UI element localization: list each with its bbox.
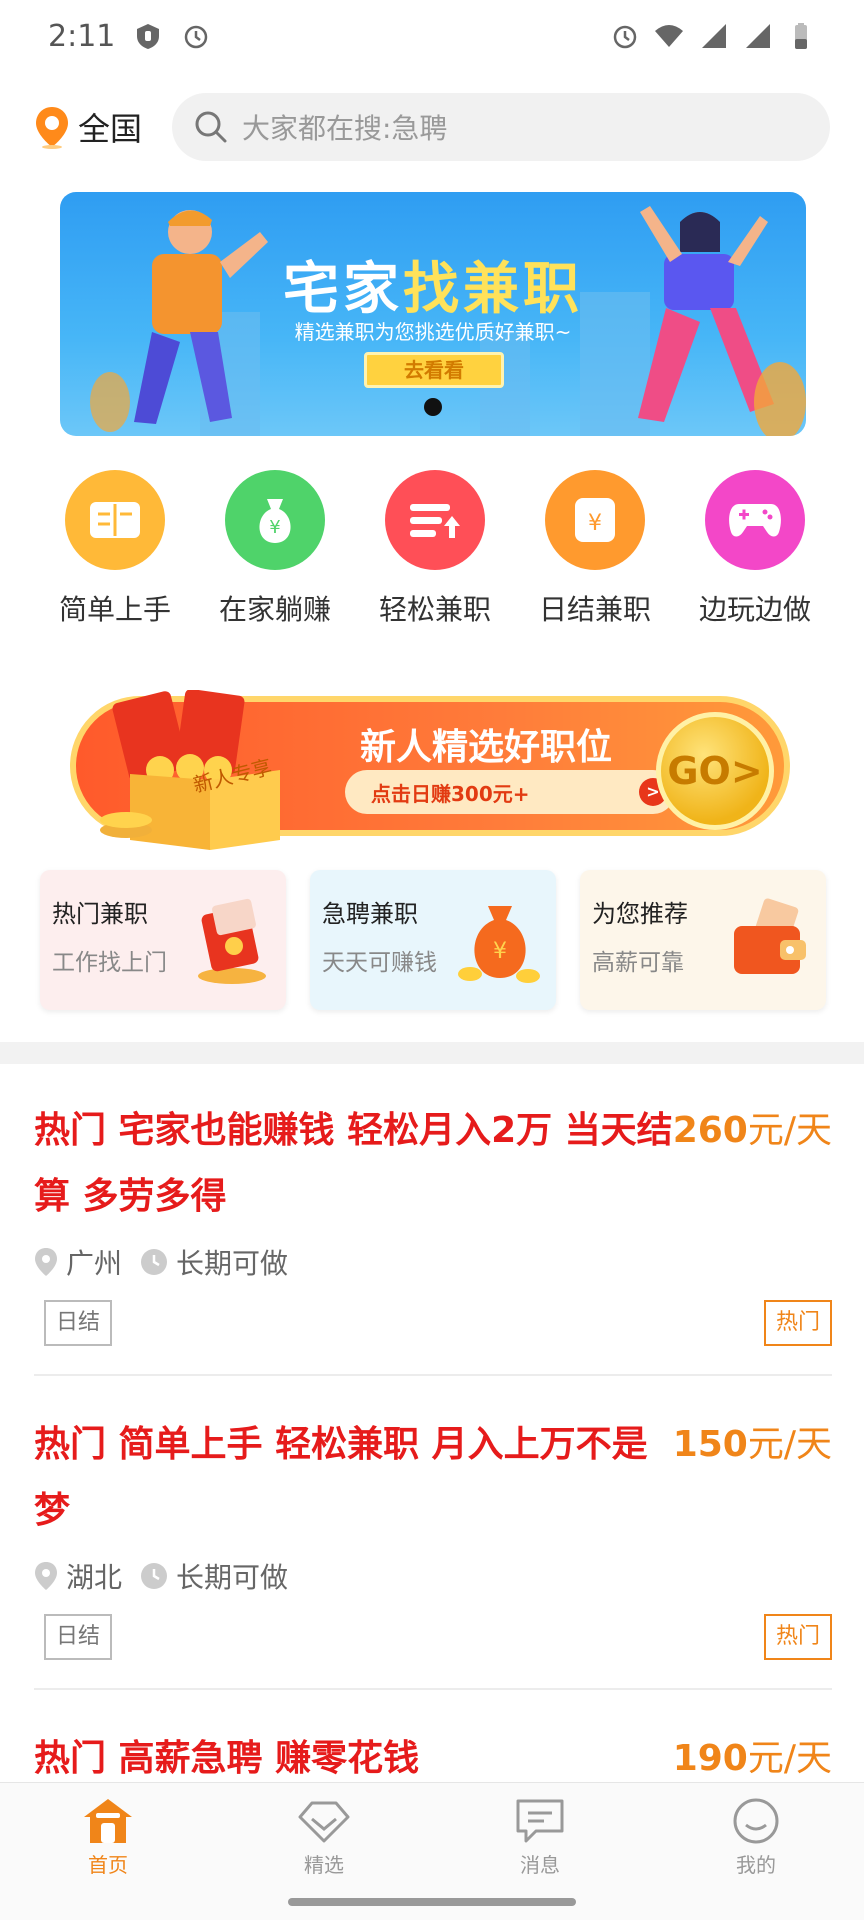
job-meta: 湖北 长期可做 bbox=[34, 1556, 832, 1596]
promo-earn-button[interactable]: 点击日赚300元+ > bbox=[345, 770, 675, 814]
wifi-icon bbox=[655, 25, 683, 47]
location-pin-icon bbox=[35, 1248, 57, 1276]
newcomer-promo[interactable]: 新人专享 新人精选好职位 点击日赚300元+ > GO> bbox=[60, 660, 800, 850]
category-item-daily[interactable]: ¥ 日结兼职 bbox=[530, 470, 660, 628]
promo-button-label: 点击日赚300元+ bbox=[371, 781, 530, 806]
svg-text:¥: ¥ bbox=[493, 939, 507, 964]
job-duration: 长期可做 bbox=[176, 1561, 289, 1594]
clock-icon bbox=[141, 1563, 168, 1589]
category-row: 简单上手 ¥ 在家躺赚 轻松兼职 ¥ 日结兼职 边玩边做 bbox=[50, 470, 820, 628]
book-icon bbox=[65, 470, 165, 570]
category-label: 简单上手 bbox=[58, 593, 171, 626]
feature-card-hot[interactable]: 热门兼职 工作找上门 bbox=[40, 870, 286, 1010]
category-label: 在家躺赚 bbox=[218, 593, 331, 626]
job-location: 广州 bbox=[66, 1247, 123, 1280]
job-title: 热门 简单上手 轻松兼职 月入上万不是梦 bbox=[34, 1424, 648, 1531]
alarm-icon bbox=[613, 25, 637, 49]
search-placeholder: 大家都在搜:急聘 bbox=[242, 112, 448, 145]
money-bag-icon: ¥ bbox=[225, 470, 325, 570]
location-pin-icon bbox=[36, 107, 68, 149]
search-icon bbox=[195, 111, 227, 143]
category-item-home[interactable]: ¥ 在家躺赚 bbox=[210, 470, 340, 628]
list-separator bbox=[34, 1374, 832, 1376]
tag-daily: 日结 bbox=[44, 1614, 113, 1660]
battery-icon bbox=[795, 23, 807, 49]
diamond-icon bbox=[298, 1801, 350, 1843]
home-icon bbox=[84, 1799, 132, 1843]
job-duration: 长期可做 bbox=[176, 1247, 289, 1280]
job-salary: 150元/天 bbox=[672, 1424, 832, 1465]
job-item[interactable]: 热门 简单上手 轻松兼职 月入上万不是梦 150元/天 湖北 长期可做 日结 热… bbox=[34, 1412, 832, 1660]
feature-card-recommend[interactable]: 为您推荐 高薪可靠 bbox=[580, 870, 826, 1010]
status-time: 2:11 bbox=[48, 18, 116, 54]
feature-cards: 热门兼职 工作找上门 急聘兼职 天天可赚钱 ¥ 为您推荐 高薪可靠 bbox=[40, 870, 826, 1010]
search-input[interactable]: 大家都在搜:急聘 bbox=[172, 93, 830, 161]
category-item-simple[interactable]: 简单上手 bbox=[50, 470, 180, 628]
money-pouch-icon: ¥ bbox=[458, 906, 540, 983]
nav-label: 首页 bbox=[88, 1853, 128, 1877]
svg-text:¥: ¥ bbox=[269, 517, 280, 538]
status-bar: 2:11 bbox=[0, 0, 864, 72]
svg-text:¥: ¥ bbox=[588, 511, 602, 536]
job-location: 湖北 bbox=[66, 1561, 123, 1594]
signal-icon bbox=[702, 24, 726, 48]
tag-daily: 日结 bbox=[44, 1300, 113, 1346]
home-indicator[interactable] bbox=[288, 1898, 576, 1906]
tag-hot: 热门 bbox=[763, 1614, 832, 1660]
gamepad-icon bbox=[705, 470, 805, 570]
job-meta: 广州 长期可做 bbox=[34, 1242, 832, 1282]
feature-card-urgent[interactable]: 急聘兼职 天天可赚钱 ¥ bbox=[310, 870, 556, 1010]
nav-label: 消息 bbox=[520, 1853, 560, 1877]
yen-card-icon: ¥ bbox=[545, 470, 645, 570]
job-tags: 日结 热门 bbox=[34, 1614, 832, 1660]
message-icon bbox=[516, 1799, 564, 1843]
nav-home[interactable]: 首页 bbox=[0, 1783, 216, 1920]
list-separator bbox=[34, 1688, 832, 1690]
category-label: 边玩边做 bbox=[698, 593, 811, 626]
location-pin-icon bbox=[35, 1562, 57, 1590]
smile-icon bbox=[733, 1798, 779, 1844]
carousel-indicator bbox=[424, 398, 442, 416]
shield-icon bbox=[137, 24, 160, 49]
job-title: 热门 宅家也能赚钱 轻松月入2万 当天结算 多劳多得 bbox=[34, 1110, 673, 1217]
job-salary: 260元/天 bbox=[672, 1110, 832, 1151]
red-envelope-icon bbox=[198, 898, 266, 984]
location-label: 全国 bbox=[78, 110, 143, 148]
category-item-easy[interactable]: 轻松兼职 bbox=[370, 470, 500, 628]
wallet-icon bbox=[734, 898, 806, 974]
job-item[interactable]: 热门 宅家也能赚钱 轻松月入2万 当天结算 多劳多得 260元/天 广州 长期可… bbox=[34, 1098, 832, 1346]
list-up-icon bbox=[385, 470, 485, 570]
banner-button[interactable]: 去看看 bbox=[364, 352, 504, 388]
nav-label: 我的 bbox=[736, 1853, 776, 1877]
banner-title: 宅家找兼职 bbox=[283, 257, 583, 322]
job-tags: 日结 热门 bbox=[34, 1300, 832, 1346]
clock-icon bbox=[141, 1249, 168, 1275]
alarm-icon bbox=[185, 25, 208, 49]
promo-title: 新人精选好职位 bbox=[360, 727, 613, 768]
promo-banner[interactable]: 宅家找兼职 精选兼职为您挑选优质好兼职~ 去看看 bbox=[60, 192, 806, 436]
tag-hot: 热门 bbox=[763, 1300, 832, 1346]
top-header: 全国 大家都在搜:急聘 bbox=[34, 92, 830, 162]
go-button[interactable]: GO> bbox=[656, 712, 774, 830]
signal-icon bbox=[746, 24, 770, 48]
nav-profile[interactable]: 我的 bbox=[648, 1783, 864, 1920]
category-label: 日结兼职 bbox=[538, 593, 651, 626]
category-item-play[interactable]: 边玩边做 bbox=[690, 470, 820, 628]
nav-label: 精选 bbox=[304, 1853, 344, 1877]
category-label: 轻松兼职 bbox=[378, 593, 491, 626]
location-selector[interactable]: 全国 bbox=[34, 104, 158, 150]
section-divider bbox=[0, 1042, 864, 1064]
banner-subtitle: 精选兼职为您挑选优质好兼职~ bbox=[294, 320, 572, 344]
